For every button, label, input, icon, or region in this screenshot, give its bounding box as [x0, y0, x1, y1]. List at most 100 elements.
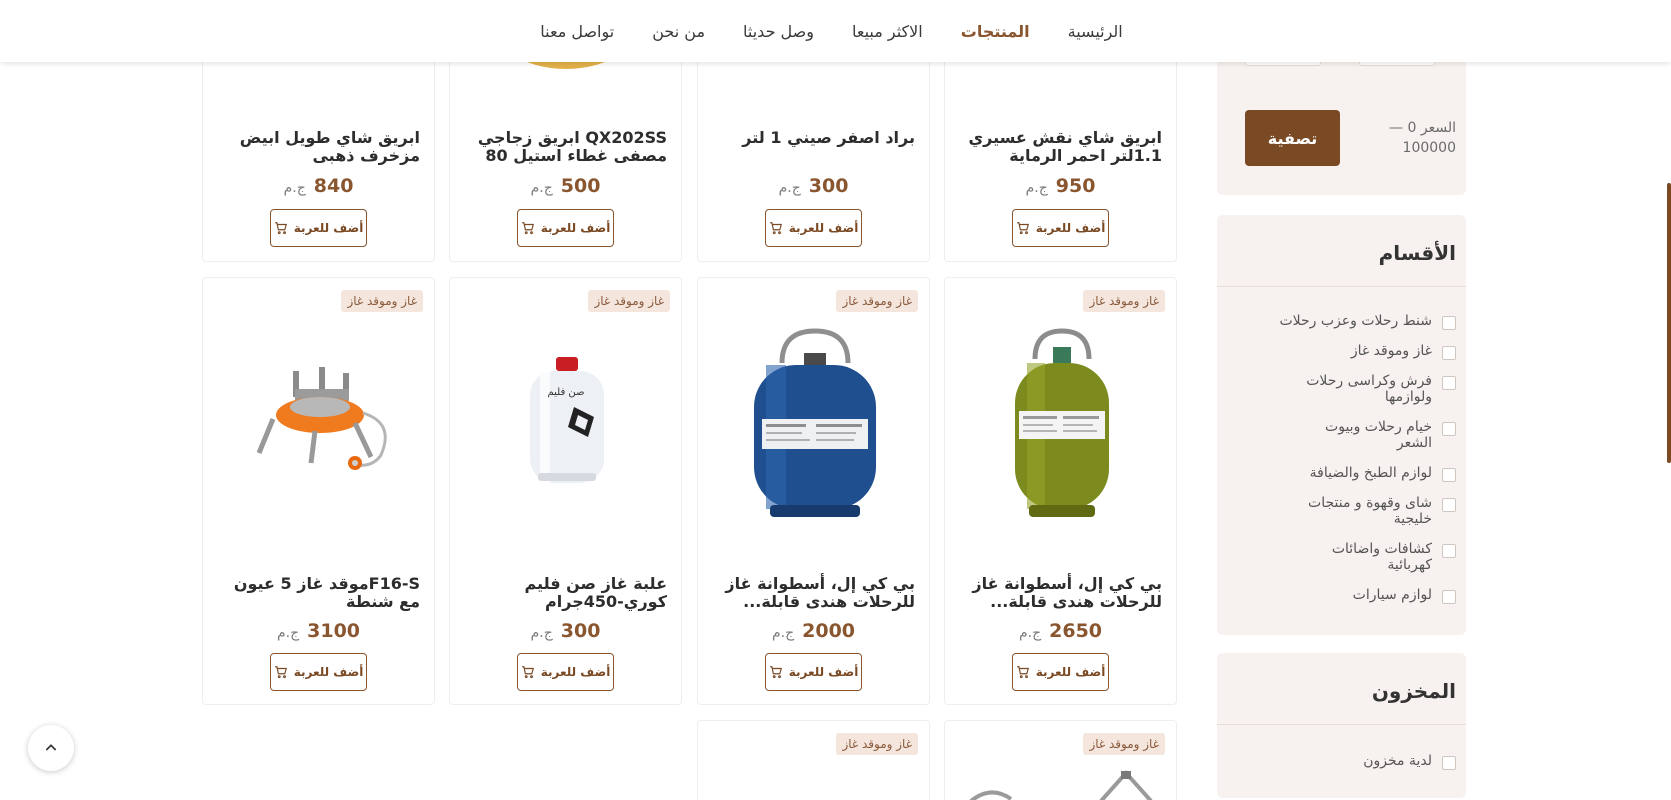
categories-title: الأقسام: [1378, 241, 1456, 265]
add-to-cart-button[interactable]: أضف للعربة: [1012, 209, 1109, 247]
price-amount: 300: [808, 175, 849, 197]
olive-gas-cylinder-image: [1014, 328, 1109, 517]
price-currency: ج.م: [530, 625, 553, 641]
product-card[interactable]: غاز وموقد غاز صن فليم علبة غاز صن فليم ك…: [449, 277, 682, 705]
product-title[interactable]: ابريق شاي نقش عسيري 1.1لتر احمر الرماية: [957, 129, 1163, 165]
main-navigation: الرئيسية المنتجات الاكثر مبيعا وصل حديثا…: [0, 0, 1671, 62]
category-label: كشافات واضائات كهربائية: [1331, 541, 1432, 573]
category-label: غاز وموقد غاز: [1350, 343, 1432, 359]
category-item[interactable]: لوازم سيارات: [1353, 587, 1456, 604]
price-range-label: السعر 0 — 100000: [1389, 120, 1456, 156]
category-checkbox[interactable]: [1442, 422, 1456, 436]
price-currency: ج.م: [771, 625, 795, 641]
price-amount: 300: [560, 620, 601, 642]
category-item[interactable]: شنط رحلات وعزب رحلات: [1279, 313, 1456, 330]
product-price: 500 ج.م: [450, 175, 681, 197]
category-checkbox[interactable]: [1442, 468, 1456, 482]
add-to-cart-label: أضف للعربة: [540, 665, 611, 679]
category-checkbox[interactable]: [1442, 346, 1456, 360]
product-title[interactable]: بي كي إل، أسطوانة غاز للرحلات هندى قابلة…: [957, 575, 1162, 611]
product-image[interactable]: [203, 318, 436, 528]
price-amount: 2650: [1049, 620, 1103, 642]
filter-button[interactable]: تصفية: [1245, 110, 1340, 166]
category-item[interactable]: خيام رحلات وبيوت الشعر: [1312, 419, 1456, 451]
product-image[interactable]: [945, 318, 1178, 528]
chevron-up-icon: [45, 744, 57, 751]
category-item[interactable]: فرش وكراسى رحلات ولوازمها: [1292, 373, 1456, 405]
category-checkbox[interactable]: [1442, 544, 1456, 558]
stock-widget: المخزون لدية مخزون: [1217, 653, 1466, 798]
add-to-cart-label: أضف للعربة: [788, 221, 859, 235]
price-amount: 3100: [307, 620, 361, 642]
product-title[interactable]: ابريق شاي طويل ابيض مزخرف ذهبى: [215, 129, 420, 165]
category-badge: غاز وموقد غاز: [341, 290, 423, 312]
product-card[interactable]: غاز وموقد غاز: [944, 720, 1177, 800]
add-to-cart-button[interactable]: أضف للعربة: [1012, 653, 1109, 691]
category-item[interactable]: شاى وقهوة و منتجات خليجية: [1282, 495, 1456, 527]
product-price: 950 ج.م: [945, 175, 1176, 197]
scroll-to-top-button[interactable]: [28, 725, 74, 771]
category-label: شنط رحلات وعزب رحلات: [1279, 313, 1432, 329]
add-to-cart-button[interactable]: أضف للعربة: [765, 209, 862, 247]
cart-icon: [521, 666, 534, 679]
category-badge: غاز وموقد غاز: [836, 290, 918, 312]
category-checkbox[interactable]: [1442, 590, 1456, 604]
product-card[interactable]: غاز وموقد غاز: [697, 720, 930, 800]
add-to-cart-label: أضف للعربة: [293, 221, 364, 235]
nav-about[interactable]: من نحن: [652, 22, 705, 41]
add-to-cart-button[interactable]: أضف للعربة: [517, 653, 614, 691]
category-badge: غاز وموقد غاز: [588, 290, 670, 312]
add-to-cart-button[interactable]: أضف للعربة: [517, 209, 614, 247]
product-card[interactable]: غاز وموقد غاز بي كي إل، أسطوانة غاز للرح…: [944, 277, 1177, 705]
add-to-cart-button[interactable]: أضف للعربة: [270, 653, 367, 691]
category-item[interactable]: غاز وموقد غاز: [1351, 343, 1456, 360]
add-to-cart-button[interactable]: أضف للعربة: [270, 209, 367, 247]
cart-icon: [769, 666, 782, 679]
product-price: 2000 ج.م: [698, 620, 929, 642]
product-card[interactable]: غاز وموقد غاز F16-Sموقد غاز 5 عيون مع شن…: [202, 277, 435, 705]
price-currency: ج.م: [276, 625, 300, 641]
nav-products[interactable]: المنتجات: [961, 22, 1030, 41]
category-label: لوازم الطبخ والضيافة: [1309, 465, 1432, 481]
category-badge: غاز وموقد غاز: [1083, 290, 1165, 312]
nav-contact[interactable]: تواصل معنا: [540, 22, 614, 41]
cart-icon: [274, 222, 287, 235]
product-image[interactable]: صن فليم: [450, 318, 683, 528]
category-checkbox[interactable]: [1442, 376, 1456, 390]
add-to-cart-label: أضف للعربة: [788, 665, 859, 679]
product-title[interactable]: F16-Sموقد غاز 5 عيون مع شنطة: [215, 575, 420, 611]
product-title[interactable]: براد اصفر صيني 1 لتر: [710, 129, 915, 147]
category-badge: غاز وموقد غاز: [836, 733, 918, 755]
add-to-cart-label: أضف للعربة: [293, 665, 364, 679]
svg-text:صن فليم: صن فليم: [547, 387, 584, 398]
price-currency: ج.م: [530, 180, 553, 196]
category-badge: غاز وموقد غاز: [1083, 733, 1165, 755]
nav-home[interactable]: الرئيسية: [1068, 22, 1123, 41]
category-checkbox[interactable]: [1442, 498, 1456, 512]
product-card[interactable]: غاز وموقد غاز بي كي إل، أسطوانة غاز للرح…: [697, 277, 930, 705]
category-label: خيام رحلات وبيوت الشعر: [1325, 419, 1432, 451]
category-label: فرش وكراسى رحلات ولوازمها: [1306, 373, 1432, 405]
price-currency: ج.م: [1025, 180, 1048, 196]
product-image[interactable]: [961, 765, 1161, 800]
nav-new-arrivals[interactable]: وصل حديثا: [743, 22, 814, 41]
price-currency: ج.م: [1018, 625, 1042, 641]
category-item[interactable]: كشافات واضائات كهربائية: [1312, 541, 1456, 573]
nav-best-sellers[interactable]: الاكثر مبيعا: [852, 22, 923, 41]
blue-gas-cylinder-image: [753, 328, 876, 517]
product-title[interactable]: QX202SS ابريق زجاجي مصفى غطاء استيل 80: [462, 129, 667, 165]
product-image[interactable]: [698, 318, 931, 528]
price-currency: ج.م: [778, 180, 801, 196]
category-item[interactable]: لوازم الطبخ والضيافة: [1310, 465, 1456, 482]
price-amount: 840: [313, 175, 354, 197]
category-label: شاى وقهوة و منتجات خليجية: [1308, 495, 1432, 527]
category-checkbox[interactable]: [1442, 316, 1456, 330]
page-scrollbar-thumb[interactable]: [1667, 183, 1671, 463]
product-title[interactable]: بي كي إل، أسطوانة غاز للرحلات هندى قابلة…: [710, 575, 915, 611]
stock-checkbox[interactable]: [1442, 756, 1456, 770]
product-title[interactable]: علبة غاز صن فليم كوري-450جرام: [462, 575, 668, 611]
add-to-cart-button[interactable]: أضف للعربة: [765, 653, 862, 691]
stock-item[interactable]: لدية مخزون: [1363, 753, 1456, 770]
price-amount: 500: [560, 175, 601, 197]
cart-icon: [521, 222, 534, 235]
